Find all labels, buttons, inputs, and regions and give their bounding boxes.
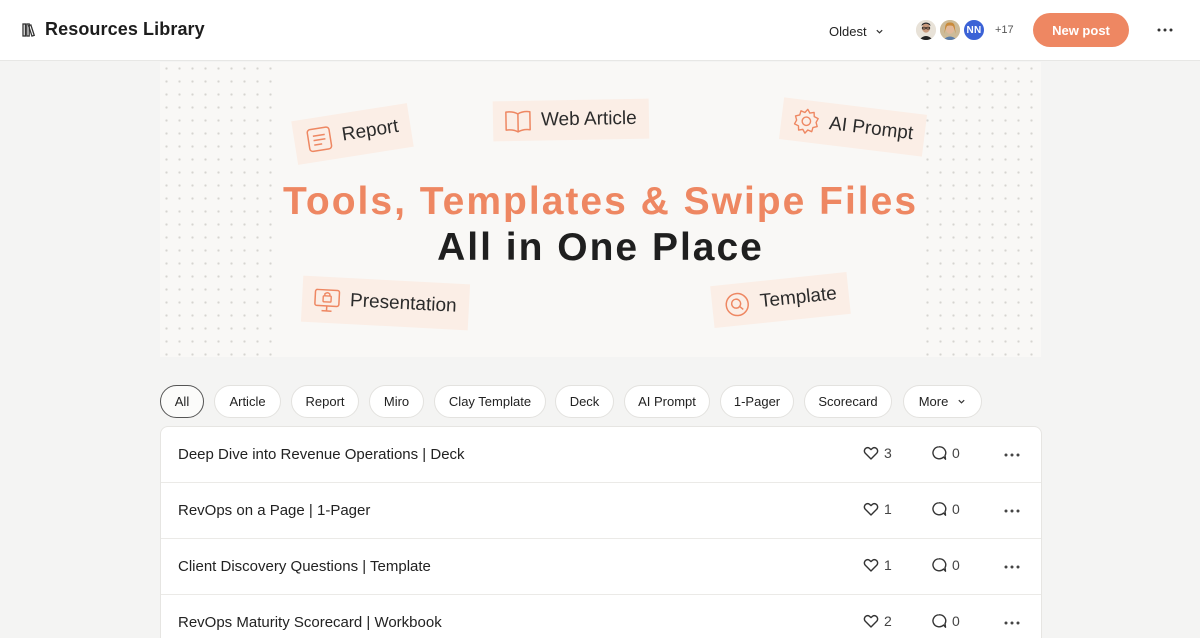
gear-icon bbox=[793, 108, 819, 134]
hero-banner: Report Web Article AI Prompt Presentatio… bbox=[160, 62, 1041, 357]
filter-chip-1-pager[interactable]: 1-Pager bbox=[720, 385, 794, 418]
filter-chip-all[interactable]: All bbox=[160, 385, 204, 418]
comment-count: 0 bbox=[952, 445, 960, 461]
document-icon bbox=[306, 126, 333, 153]
avatar[interactable] bbox=[914, 18, 938, 42]
comment-button[interactable]: 0 bbox=[931, 613, 960, 629]
comment-button[interactable]: 0 bbox=[931, 557, 960, 573]
sort-dropdown[interactable]: Oldest bbox=[829, 22, 884, 40]
filter-chip-miro[interactable]: Miro bbox=[369, 385, 424, 418]
heart-icon bbox=[863, 558, 879, 572]
hero-tag-label: Report bbox=[340, 115, 401, 146]
like-count: 3 bbox=[884, 445, 892, 461]
like-count: 1 bbox=[884, 501, 892, 517]
hero-headline: Tools, Templates & Swipe Files bbox=[282, 180, 919, 223]
chevron-down-icon bbox=[875, 29, 883, 34]
list-item[interactable]: RevOps on a Page | 1-Pager 1 0 bbox=[161, 483, 1041, 539]
page-title: Resources Library bbox=[45, 19, 205, 39]
avatar[interactable] bbox=[938, 18, 962, 42]
hero-tag-report: Report bbox=[291, 103, 414, 165]
top-header: Resources Library Oldest NN +17 New post bbox=[0, 0, 1200, 61]
comment-count: 0 bbox=[952, 557, 960, 573]
filter-chip-scorecard[interactable]: Scorecard bbox=[804, 385, 892, 418]
comment-icon bbox=[932, 502, 947, 516]
list-item[interactable]: Deep Dive into Revenue Operations | Deck… bbox=[161, 427, 1041, 483]
heart-icon bbox=[863, 446, 879, 460]
like-count: 2 bbox=[884, 613, 892, 629]
person-avatar-icon bbox=[916, 20, 936, 40]
more-horizontal-icon[interactable] bbox=[1004, 453, 1020, 457]
like-count: 1 bbox=[884, 557, 892, 573]
filter-chip-more[interactable]: More bbox=[903, 385, 982, 418]
search-icon bbox=[725, 292, 749, 317]
chevron-down-icon bbox=[958, 399, 965, 404]
comment-icon bbox=[932, 558, 947, 572]
comment-icon bbox=[932, 614, 947, 628]
filter-chip-article[interactable]: Article bbox=[214, 385, 281, 418]
hero-tag-template: Template bbox=[710, 271, 851, 329]
more-horizontal-icon[interactable] bbox=[1004, 621, 1020, 625]
filter-chip-deck[interactable]: Deck bbox=[555, 385, 614, 418]
hero-tag-ai-prompt: AI Prompt bbox=[778, 97, 928, 157]
member-count[interactable]: +17 bbox=[995, 24, 1014, 36]
hero-tag-web-article: Web Article bbox=[492, 98, 650, 142]
filter-chip-ai-prompt[interactable]: AI Prompt bbox=[624, 385, 710, 418]
filter-more-label: More bbox=[918, 394, 949, 409]
post-title[interactable]: RevOps Maturity Scorecard | Workbook bbox=[178, 614, 442, 631]
open-book-icon bbox=[505, 110, 531, 133]
filter-chip-report[interactable]: Report bbox=[291, 385, 359, 418]
like-button[interactable]: 3 bbox=[863, 445, 892, 461]
more-horizontal-icon[interactable] bbox=[1004, 565, 1020, 569]
post-title[interactable]: Deep Dive into Revenue Operations | Deck bbox=[178, 446, 465, 463]
comment-button[interactable]: 0 bbox=[931, 445, 960, 461]
hero-tag-label: Web Article bbox=[540, 107, 637, 131]
hero-tag-label: Presentation bbox=[349, 290, 458, 317]
library-icon bbox=[22, 23, 36, 37]
like-button[interactable]: 2 bbox=[863, 613, 892, 629]
heart-icon bbox=[863, 502, 879, 516]
list-item[interactable]: RevOps Maturity Scorecard | Workbook 2 0 bbox=[161, 595, 1041, 638]
comment-count: 0 bbox=[952, 613, 960, 629]
like-button[interactable]: 1 bbox=[863, 557, 892, 573]
list-item[interactable]: Client Discovery Questions | Template 1 … bbox=[161, 539, 1041, 595]
more-horizontal-icon[interactable] bbox=[1157, 28, 1173, 32]
filter-chip-clay-template[interactable]: Clay Template bbox=[434, 385, 546, 418]
like-button[interactable]: 1 bbox=[863, 501, 892, 517]
comment-count: 0 bbox=[952, 501, 960, 517]
hero-tag-presentation: Presentation bbox=[300, 275, 470, 331]
sort-label: Oldest bbox=[829, 23, 867, 39]
new-post-button[interactable]: New post bbox=[1033, 13, 1129, 47]
hero-tag-label: AI Prompt bbox=[827, 113, 915, 145]
post-title[interactable]: Client Discovery Questions | Template bbox=[178, 558, 431, 575]
comment-button[interactable]: 0 bbox=[931, 501, 960, 517]
hero-tag-label: Template bbox=[758, 283, 838, 313]
post-title[interactable]: RevOps on a Page | 1-Pager bbox=[178, 502, 370, 519]
presentation-board-icon bbox=[314, 288, 341, 312]
heart-icon bbox=[863, 614, 879, 628]
comment-icon bbox=[932, 446, 947, 460]
hero-subheadline: All in One Place bbox=[437, 226, 764, 269]
avatar[interactable]: NN bbox=[962, 18, 986, 42]
more-horizontal-icon[interactable] bbox=[1004, 509, 1020, 513]
post-list: Deep Dive into Revenue Operations | Deck… bbox=[160, 426, 1042, 638]
person-avatar-icon bbox=[940, 20, 960, 40]
